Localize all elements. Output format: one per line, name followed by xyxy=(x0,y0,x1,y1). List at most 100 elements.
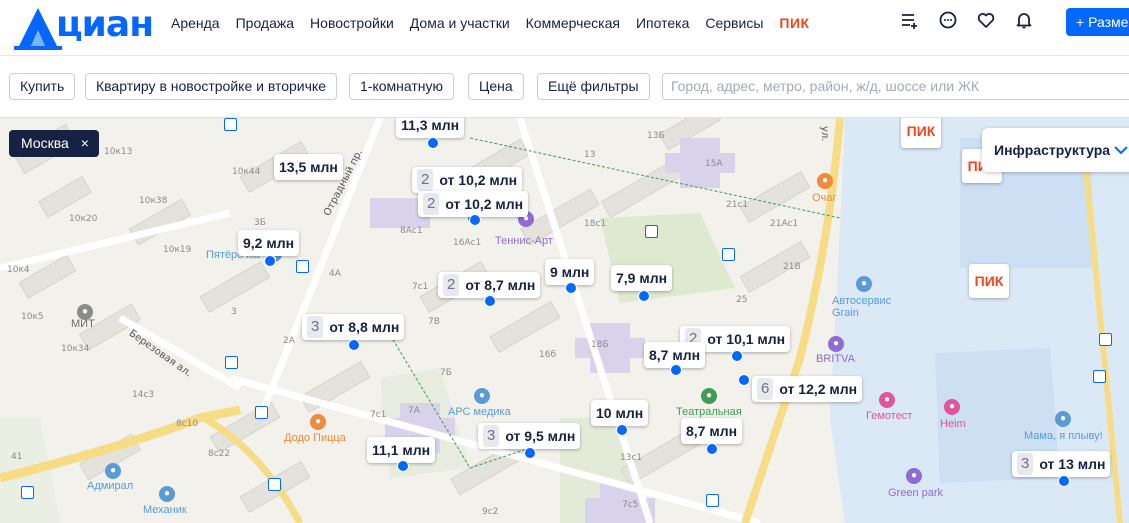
bus-stop-icon[interactable] xyxy=(1099,333,1112,346)
bus-stop-icon[interactable] xyxy=(21,486,34,499)
chevron-down-icon xyxy=(1114,146,1128,155)
park-icon[interactable]: ● xyxy=(906,468,922,484)
listing-marker[interactable] xyxy=(524,447,536,459)
house-number: 10к4 xyxy=(7,265,30,275)
pharmacy-icon[interactable]: ● xyxy=(701,388,717,404)
house-number: 10к19 xyxy=(163,245,192,255)
listing-marker[interactable] xyxy=(1058,475,1070,487)
price-label[interactable]: 6 от 12,2 млн xyxy=(752,376,863,402)
house-number: 8с22 xyxy=(208,449,231,459)
price-text: от 8,8 млн xyxy=(329,319,400,335)
price-label[interactable]: 7,9 млн xyxy=(611,265,673,291)
search-input[interactable]: Город, адрес, метро, район, ж/д, шоссе и… xyxy=(662,73,1129,100)
listing-marker[interactable] xyxy=(706,443,718,455)
price-label[interactable]: 3 от 9,5 млн xyxy=(478,423,581,449)
poi-gemotest: Гемотест xyxy=(866,410,913,422)
nav-services[interactable]: Сервисы xyxy=(705,14,763,32)
house-number: 13с1 xyxy=(620,453,643,463)
heart-icon[interactable] xyxy=(976,10,996,30)
bus-stop-icon[interactable] xyxy=(268,478,281,491)
price-dropdown[interactable]: Цена xyxy=(468,73,524,100)
price-label[interactable]: 3 от 13 млн xyxy=(1012,451,1111,477)
main-nav: Аренда Продажа Новостройки Дома и участк… xyxy=(171,14,826,32)
price-label[interactable]: 8,7 млн xyxy=(681,418,743,444)
nav-houses[interactable]: Дома и участки xyxy=(410,14,510,32)
poi-autoservice-grain: Автосервис Grain xyxy=(832,295,892,319)
house-number: 7с1 xyxy=(412,282,429,292)
house-number: 14с3 xyxy=(132,390,155,400)
map[interactable]: Отрадный пр. Березовая ал. ул. 10к13 10к… xyxy=(0,118,1129,523)
clinic-icon[interactable]: ● xyxy=(879,392,895,408)
compare-list-icon[interactable] xyxy=(900,10,920,30)
beauty-icon[interactable]: ● xyxy=(944,399,960,415)
listing-marker[interactable] xyxy=(348,339,360,351)
nav-commercial[interactable]: Коммерческая xyxy=(526,14,620,32)
bus-stop-icon[interactable] xyxy=(224,118,237,131)
restaurant-icon[interactable]: ● xyxy=(310,414,326,430)
listing-count: 3 xyxy=(307,316,324,338)
car-service-icon[interactable]: ● xyxy=(856,276,872,292)
more-filters-button[interactable]: Ещё фильтры xyxy=(537,73,650,100)
bus-stop-icon[interactable] xyxy=(706,494,719,507)
nav-sale[interactable]: Продажа xyxy=(236,14,294,32)
cian-logo[interactable]: циан xyxy=(14,2,154,52)
nav-newbuild[interactable]: Новостройки xyxy=(310,14,394,32)
close-icon[interactable]: × xyxy=(81,135,89,151)
bus-stop-icon[interactable] xyxy=(296,260,309,273)
pik-pin[interactable]: ПИК xyxy=(901,118,941,148)
listing-marker[interactable] xyxy=(670,364,682,376)
swimming-icon[interactable]: ● xyxy=(1055,411,1071,427)
nav-rent[interactable]: Аренда xyxy=(171,14,220,32)
price-text: от 10,2 млн xyxy=(439,172,518,188)
price-label[interactable]: 13,5 млн xyxy=(274,154,343,180)
barber-icon[interactable]: ● xyxy=(828,336,844,352)
bus-stop-icon[interactable] xyxy=(1093,370,1106,383)
bus-stop-icon[interactable] xyxy=(255,406,268,419)
house-number: 3Б xyxy=(254,218,266,228)
street-ul: ул. xyxy=(819,126,830,142)
house-number: 4А xyxy=(329,269,341,279)
price-label[interactable]: 3 от 8,8 млн xyxy=(302,314,405,340)
bell-icon[interactable] xyxy=(1014,10,1034,30)
nav-pik[interactable]: ПИК xyxy=(779,14,809,32)
cafe-icon[interactable]: ● xyxy=(817,173,833,189)
listing-marker[interactable] xyxy=(264,255,276,267)
price-label[interactable]: 2 от 10,2 млн xyxy=(412,167,523,193)
listing-marker[interactable] xyxy=(731,350,743,362)
listing-marker[interactable] xyxy=(427,137,439,149)
vet-icon[interactable]: ● xyxy=(474,388,490,404)
place-ad-button[interactable]: + Разме xyxy=(1066,8,1129,36)
pik-pin[interactable]: ПИК xyxy=(969,264,1009,298)
listing-marker[interactable] xyxy=(565,282,577,294)
rooms-dropdown[interactable]: 1-комнатную xyxy=(349,73,454,100)
infrastructure-label: Инфраструктура xyxy=(994,142,1111,158)
poi-mechanic: Механик xyxy=(143,504,187,516)
listing-marker[interactable] xyxy=(738,374,750,386)
bus-stop-icon[interactable] xyxy=(645,225,658,238)
house-number: 41 xyxy=(11,452,23,462)
logo-text: циан xyxy=(56,4,154,45)
listing-marker[interactable] xyxy=(397,460,409,472)
price-label[interactable]: 9,2 млн xyxy=(238,230,300,256)
object-type-dropdown[interactable]: Квартиру в новостройке и вторичке xyxy=(85,73,337,100)
car-service-icon[interactable]: ● xyxy=(159,486,175,502)
house-number: 10к20 xyxy=(69,214,98,224)
bus-stop-icon[interactable] xyxy=(225,356,238,369)
listing-marker[interactable] xyxy=(616,424,628,436)
listing-count: 3 xyxy=(1017,453,1034,475)
city-chip[interactable]: Москва × xyxy=(9,130,99,157)
bus-stop-icon[interactable] xyxy=(722,248,735,261)
poi-dodo-pizza: Додо Пицца xyxy=(284,432,346,444)
listing-marker[interactable] xyxy=(638,290,650,302)
infrastructure-button[interactable]: Инфраструктура xyxy=(982,128,1129,172)
listing-marker[interactable] xyxy=(469,214,481,226)
house-number: 21с1 xyxy=(726,200,749,210)
deal-type-dropdown[interactable]: Купить xyxy=(9,73,76,100)
chat-icon[interactable] xyxy=(938,10,958,30)
nav-mortgage[interactable]: Ипотека xyxy=(636,14,689,32)
price-label[interactable]: 11,3 млн xyxy=(396,118,465,138)
house-number: 10к34 xyxy=(61,344,90,354)
car-service-icon[interactable]: ● xyxy=(105,463,121,479)
listing-marker[interactable] xyxy=(484,295,496,307)
price-label[interactable]: 10 млн xyxy=(591,400,649,426)
